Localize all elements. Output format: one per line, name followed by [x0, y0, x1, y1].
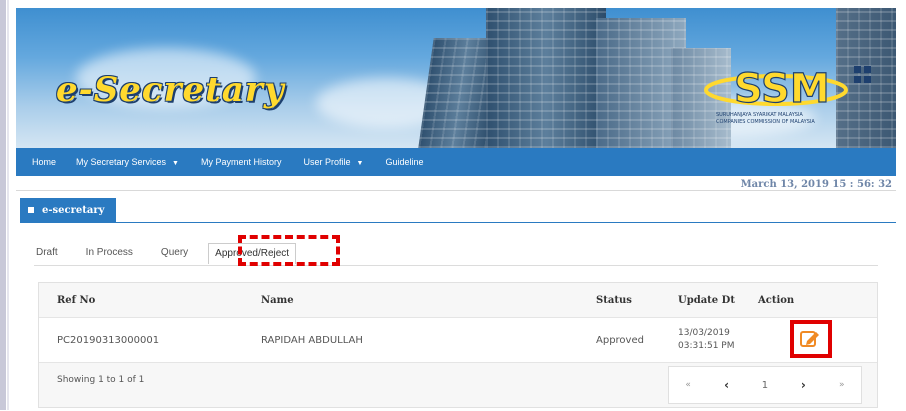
nav-my-payment-history[interactable]: My Payment History	[201, 157, 282, 167]
cell-status: Approved	[596, 334, 644, 346]
col-status: Status	[596, 294, 632, 306]
next-page-button[interactable]: ›	[791, 378, 815, 392]
first-page-button[interactable]: «	[676, 380, 700, 390]
col-ref-no: Ref No	[57, 294, 96, 306]
tab-underline	[34, 265, 878, 266]
left-border-strip-inner	[7, 0, 9, 410]
current-datetime: March 13, 2019 15 : 56: 32	[740, 179, 892, 190]
ssm-logo: SSM SURUHANJAYA SYARIKAT MALAYSIA COMPAN…	[704, 65, 871, 125]
edit-icon	[800, 331, 819, 347]
update-date: 13/03/2019	[678, 328, 730, 338]
nav-home[interactable]: Home	[32, 157, 56, 167]
e-secretary-logo: e-Secretary	[56, 70, 285, 110]
pagination: « ‹ 1 › »	[668, 366, 862, 404]
approved-reject-highlight	[238, 235, 340, 266]
svg-text:SSM: SSM	[734, 66, 830, 112]
panel-divider	[20, 222, 896, 223]
tab-draft[interactable]: Draft	[36, 243, 58, 263]
square-icon	[28, 207, 34, 213]
nav-guideline[interactable]: Guideline	[385, 157, 423, 167]
edit-button[interactable]	[799, 329, 821, 349]
tab-query[interactable]: Query	[161, 243, 188, 263]
cell-ref-no: PC20190313000001	[57, 334, 160, 346]
page-1-button[interactable]: 1	[753, 380, 777, 391]
update-time: 03:31:51 PM	[678, 341, 735, 351]
col-name: Name	[261, 294, 294, 306]
showing-count: Showing 1 to 1 of 1	[57, 375, 145, 385]
table-row: PC20190313000001 RAPIDAH ABDULLAH Approv…	[39, 317, 877, 362]
col-update-dt: Update Dt	[678, 294, 735, 306]
col-action: Action	[758, 294, 795, 306]
tab-in-process[interactable]: In Process	[86, 243, 133, 263]
panel-title: e-secretary	[20, 198, 117, 222]
left-border-strip	[0, 0, 6, 410]
last-page-button[interactable]: »	[830, 380, 854, 390]
table-header: Ref No Name Status Update Dt Action	[39, 283, 877, 317]
svg-text:COMPANIES COMMISSION OF MALAYS: COMPANIES COMMISSION OF MALAYSIA	[716, 119, 815, 125]
svg-text:SURUHANJAYA SYARIKAT MALAYSIA: SURUHANJAYA SYARIKAT MALAYSIA	[716, 112, 803, 118]
nav-my-secretary-services[interactable]: My Secretary Services ▼	[76, 157, 179, 167]
nav-user-profile[interactable]: User Profile ▼	[304, 157, 364, 167]
prev-page-button[interactable]: ‹	[715, 378, 739, 392]
panel-title-text: e-secretary	[42, 204, 105, 216]
cell-update-dt: 13/03/2019 03:31:51 PM	[678, 327, 758, 353]
chevron-down-icon: ▼	[172, 160, 179, 167]
cell-name: RAPIDAH ABDULLAH	[261, 334, 363, 346]
main-nav: Home My Secretary Services ▼ My Payment H…	[16, 148, 896, 176]
chevron-down-icon: ▼	[356, 160, 364, 167]
header-banner: e-Secretary SSM SURUHANJAYA SYARIKAT MAL…	[16, 8, 896, 148]
